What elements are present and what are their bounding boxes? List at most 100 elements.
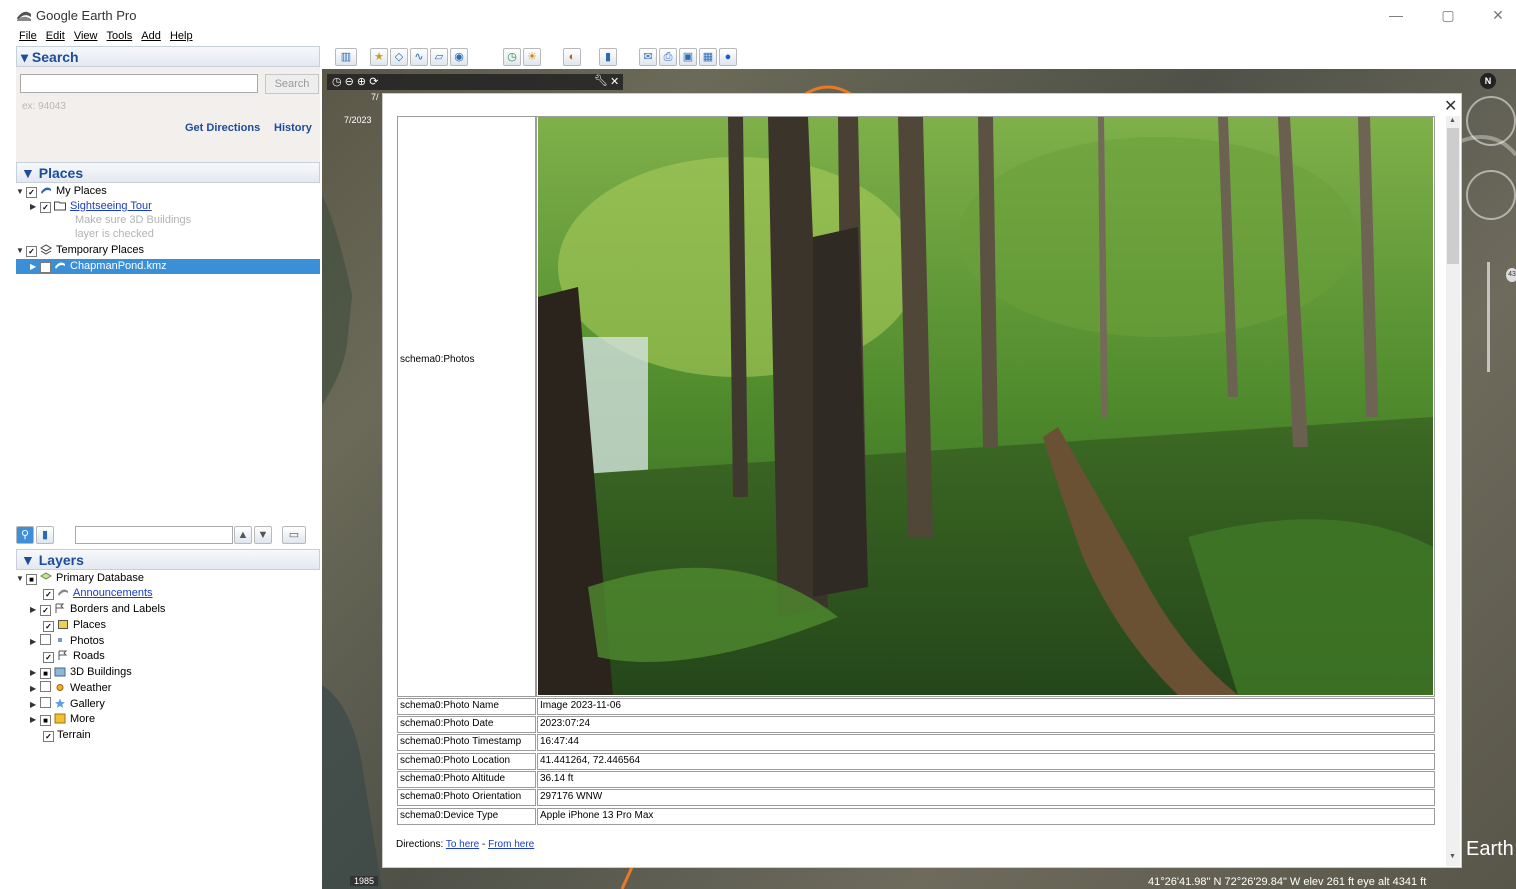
menu-bar: File Edit View Tools Add Help xyxy=(0,29,320,45)
tree-label[interactable]: Sightseeing Tour xyxy=(70,200,152,212)
add-polygon-icon[interactable]: ◇ xyxy=(390,48,408,66)
expand-right-icon[interactable]: ▶ xyxy=(30,602,40,617)
panel-toggle-icon[interactable]: ▮ xyxy=(36,526,54,544)
expand-down-icon[interactable]: ▼ xyxy=(16,243,26,258)
expand-right-icon[interactable]: ▶ xyxy=(30,665,40,680)
expand-right-icon[interactable]: ▶ xyxy=(30,697,40,712)
minimize-button[interactable]: — xyxy=(1386,6,1406,24)
look-joystick[interactable] xyxy=(1466,96,1516,146)
expand-right-icon[interactable]: ▶ xyxy=(30,199,40,214)
scroll-down-icon[interactable]: ▼ xyxy=(1449,853,1456,860)
time-controls-icon[interactable]: ◷ ⊖ ⊕ ⟳ xyxy=(332,75,378,88)
move-joystick[interactable] xyxy=(1466,170,1516,220)
sunlight-icon[interactable]: ☀ xyxy=(523,48,541,66)
expand-right-icon[interactable]: ▶ xyxy=(30,712,40,727)
add-image-overlay-icon[interactable]: ▱ xyxy=(430,48,448,66)
tree-item-sightseeing-tour[interactable]: ▶ ✓ Sightseeing Tour xyxy=(30,199,152,214)
compass-north-icon[interactable]: N xyxy=(1480,73,1496,89)
search-input[interactable] xyxy=(20,74,258,93)
checkbox-icon[interactable]: ✓ xyxy=(26,187,37,198)
layer-borders-labels[interactable]: ▶ ✓ Borders and Labels xyxy=(30,602,165,617)
menu-add[interactable]: Add xyxy=(141,29,161,43)
layer-places[interactable]: ✓ Places xyxy=(43,618,106,633)
close-slider-icon[interactable]: ✕ xyxy=(610,75,619,88)
maximize-button[interactable]: ▢ xyxy=(1438,6,1458,24)
add-placemark-icon[interactable]: ★ xyxy=(370,48,388,66)
checkbox-icon[interactable] xyxy=(40,681,51,692)
expand-down-icon[interactable]: ▼ xyxy=(16,184,26,199)
row-value: 36.14 ft xyxy=(537,771,1435,788)
layers-stack-icon xyxy=(40,572,52,580)
checkbox-icon[interactable]: ✓ xyxy=(43,731,54,742)
sidebar-toggle-icon[interactable]: ▥ xyxy=(335,48,357,66)
search-button[interactable]: Search xyxy=(265,74,319,94)
layer-terrain[interactable]: ✓ Terrain xyxy=(43,728,91,743)
checkbox-icon[interactable] xyxy=(40,634,51,645)
historical-imagery-icon[interactable]: ◷ xyxy=(503,48,521,66)
planets-icon[interactable]: ◐ xyxy=(563,48,581,66)
row-value: Apple iPhone 13 Pro Max xyxy=(537,808,1435,825)
places-panel-header[interactable]: ▼ Places xyxy=(16,162,320,183)
menu-tools[interactable]: Tools xyxy=(107,29,133,43)
checkbox-icon[interactable]: ✓ xyxy=(26,246,37,257)
tree-label[interactable]: Announcements xyxy=(73,587,153,599)
checkbox-icon[interactable]: ■ xyxy=(40,668,51,679)
expand-right-icon[interactable]: ▶ xyxy=(30,259,40,274)
close-window-button[interactable]: ✕ xyxy=(1488,6,1508,24)
checkbox-icon[interactable]: ■ xyxy=(40,715,51,726)
wrench-icon[interactable]: 🔧︎ xyxy=(594,74,608,87)
balloon-scrollbar[interactable]: ▲ ▼ xyxy=(1446,116,1460,866)
layer-more[interactable]: ▶ ■ More xyxy=(30,712,95,727)
google-maps-icon[interactable]: ● xyxy=(719,48,737,66)
forest-photo[interactable] xyxy=(538,117,1433,695)
layer-3d-buildings[interactable]: ▶ ■ 3D Buildings xyxy=(30,665,132,680)
email-icon[interactable]: ✉ xyxy=(639,48,657,66)
scroll-up-icon[interactable]: ▲ xyxy=(1449,117,1456,124)
new-folder-icon[interactable]: ▭ xyxy=(282,526,306,544)
layer-roads[interactable]: ✓ Roads xyxy=(43,649,105,664)
zoom-slider[interactable] xyxy=(1487,262,1490,372)
checkbox-icon[interactable]: ✓ xyxy=(40,605,51,616)
move-up-icon[interactable]: ▲ xyxy=(234,526,252,544)
expand-right-icon[interactable]: ▶ xyxy=(30,681,40,696)
checkbox-icon[interactable]: ■ xyxy=(26,574,37,585)
print-icon[interactable]: ⎙ xyxy=(659,48,677,66)
layer-weather[interactable]: ▶ Weather xyxy=(30,681,111,696)
checkbox-icon[interactable]: ✓ xyxy=(43,621,54,632)
menu-edit[interactable]: Edit xyxy=(46,29,65,43)
layer-photos[interactable]: ▶ Photos xyxy=(30,634,104,649)
layer-announcements[interactable]: ✓ Announcements xyxy=(43,586,153,601)
get-directions-link[interactable]: Get Directions xyxy=(185,122,260,134)
expand-right-icon[interactable]: ▶ xyxy=(30,634,40,649)
scrollbar-thumb[interactable] xyxy=(1447,128,1459,264)
checkbox-icon[interactable]: ✓ xyxy=(40,202,51,213)
layer-gallery[interactable]: ▶ Gallery xyxy=(30,697,105,712)
layers-panel-header[interactable]: ▼ Layers xyxy=(16,549,320,570)
record-tour-icon[interactable]: ◉ xyxy=(450,48,468,66)
tree-item-chapmanpond[interactable]: ▶ ✓ ChapmanPond.kmz xyxy=(30,259,167,274)
announcements-icon xyxy=(58,589,68,596)
record-movie-icon[interactable]: ▦ xyxy=(699,48,717,66)
checkbox-icon[interactable] xyxy=(40,697,51,708)
menu-view[interactable]: View xyxy=(74,29,98,43)
expand-down-icon[interactable]: ▼ xyxy=(16,571,26,586)
ruler-icon[interactable]: ▮ xyxy=(599,48,617,66)
tree-item-my-places[interactable]: ▼ ✓ My Places xyxy=(16,184,107,199)
to-here-link[interactable]: To here xyxy=(446,839,479,850)
close-balloon-icon[interactable]: ✕ xyxy=(1444,96,1457,116)
save-image-icon[interactable]: ▣ xyxy=(679,48,697,66)
tree-item-temporary-places[interactable]: ▼ ✓ Temporary Places xyxy=(16,243,144,258)
search-places-icon[interactable]: ⚲ xyxy=(16,526,34,544)
add-path-icon[interactable]: ∿ xyxy=(410,48,428,66)
move-down-icon[interactable]: ▼ xyxy=(254,526,272,544)
history-link[interactable]: History xyxy=(274,122,312,134)
from-here-link[interactable]: From here xyxy=(488,839,534,850)
menu-help[interactable]: Help xyxy=(170,29,193,43)
menu-file[interactable]: File xyxy=(19,29,37,43)
checkbox-icon[interactable]: ✓ xyxy=(43,652,54,663)
checkbox-icon[interactable]: ✓ xyxy=(43,589,54,600)
layer-primary-database[interactable]: ▼ ■ Primary Database xyxy=(16,571,144,586)
places-filter-input[interactable] xyxy=(75,526,233,544)
checkbox-icon[interactable]: ✓ xyxy=(40,262,51,273)
search-panel-header[interactable]: ▾ Search xyxy=(16,46,320,67)
